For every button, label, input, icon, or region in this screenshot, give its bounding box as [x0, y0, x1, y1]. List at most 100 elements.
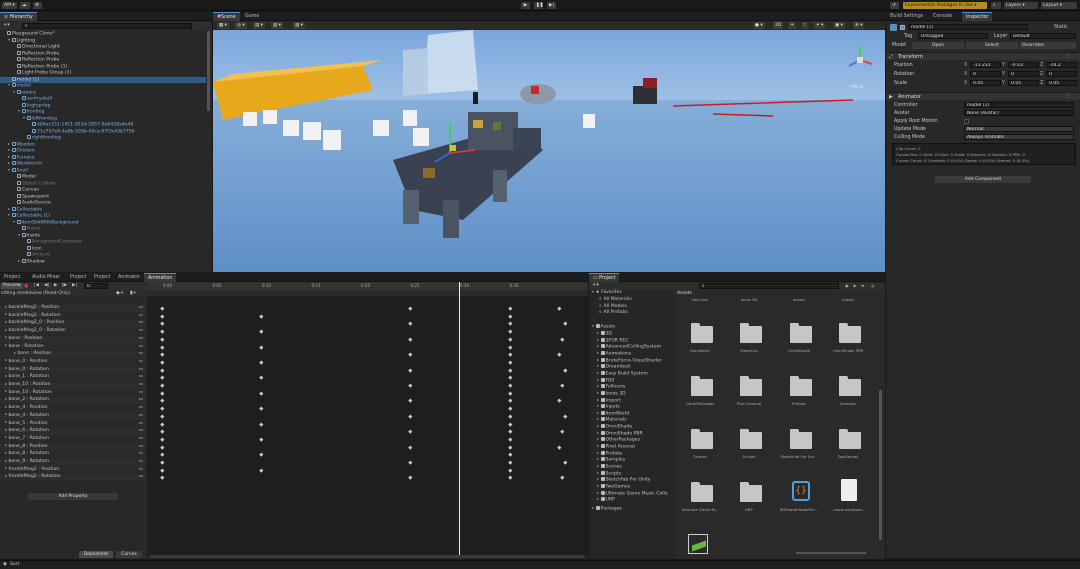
layer-dropdown[interactable]: Default: [1010, 33, 1076, 39]
asset-item[interactable]: TwoGames: [829, 428, 869, 478]
search-icon[interactable]: ⌕: [991, 2, 1001, 9]
property-row[interactable]: bone_0 : Position ▭: [0, 358, 146, 366]
keyframe-diamond[interactable]: [160, 344, 165, 349]
keyframe-diamond[interactable]: [408, 383, 413, 388]
keyframe-diamond[interactable]: [508, 375, 513, 380]
keyframe-diamond[interactable]: [508, 391, 513, 395]
asset-item[interactable]: OtherPackages: [681, 375, 721, 425]
property-row[interactable]: frontleftleg2 : Position ▭: [0, 466, 146, 474]
effects-dropdown[interactable]: ✦ ▾: [814, 22, 826, 29]
grid-snap-dropdown[interactable]: ▤ ▾: [253, 22, 265, 29]
timeline-scrollbar[interactable]: [150, 555, 584, 558]
tab-scene[interactable]: #Scene: [213, 12, 240, 21]
property-row[interactable]: backleftleg2_0 : Rotation ▭: [0, 328, 146, 335]
history-icon[interactable]: ↺: [890, 2, 899, 9]
hidden-count-icon[interactable]: ◎: [871, 283, 875, 288]
keyframe-diamond[interactable]: [160, 329, 165, 334]
keyframe-diamond[interactable]: [508, 452, 513, 457]
keyframe-diamond[interactable]: [259, 421, 264, 426]
asset-item[interactable]: {} SDShaderNodePro...: [780, 481, 820, 531]
keyframe-diamond[interactable]: [508, 321, 513, 326]
property-row[interactable]: bone_4 : Rotation ▭: [0, 412, 146, 420]
asset-item[interactable]: Ultimate Game M...: [681, 481, 721, 531]
keyframe-diamond[interactable]: [560, 337, 565, 341]
icon-size-slider[interactable]: [796, 552, 866, 554]
property-row[interactable]: backleftleg2_0 : Position ▭: [0, 320, 146, 328]
tab-project[interactable]: Project: [90, 273, 114, 282]
star-icon[interactable]: ★: [861, 283, 865, 288]
cloud-icon[interactable]: ☁: [20, 2, 30, 9]
assets-node[interactable]: Assets: [592, 324, 675, 331]
property-row[interactable]: bone : Position ▭: [0, 335, 146, 343]
property-row[interactable]: bone_10 : Position ▭: [0, 382, 146, 389]
tab-project[interactable]: Project: [66, 273, 90, 282]
keyframe-diamond[interactable]: [563, 460, 568, 465]
keyframe-diamond[interactable]: [408, 398, 413, 403]
keyframe-diamond[interactable]: [160, 429, 165, 434]
layers-dropdown[interactable]: Layers ▾: [1004, 2, 1038, 9]
keyframe-diamond[interactable]: [557, 445, 562, 449]
clip-dropdown[interactable]: sitting.modelview (Read-Only): [1, 291, 71, 296]
keyframe-diamond[interactable]: [259, 344, 264, 349]
keyframe-diamond[interactable]: [508, 460, 513, 465]
rotation-y-field[interactable]: 0: [1008, 71, 1039, 77]
scene-viewport[interactable]: [213, 30, 885, 272]
keyframe-diamond[interactable]: [259, 360, 264, 365]
static-toggle[interactable]: Static: [1054, 25, 1068, 30]
snap-settings-dropdown[interactable]: ▧ ▾: [293, 22, 305, 29]
keyframe-diamond[interactable]: [259, 437, 264, 442]
keyframe-diamond[interactable]: [160, 321, 165, 326]
packages-node[interactable]: Packages: [592, 505, 622, 513]
animator-header[interactable]: ▶ Animator ⋮: [886, 92, 1080, 100]
property-row[interactable]: bone_4 : Position ▭: [0, 405, 146, 412]
asset-item[interactable]: Materials: [730, 322, 770, 372]
playhead[interactable]: [459, 282, 460, 556]
keyframe-diamond[interactable]: [560, 475, 565, 480]
open-button[interactable]: Open: [912, 42, 964, 49]
asset-item[interactable]: Samples: [829, 375, 869, 425]
object-name-field[interactable]: model (1): [908, 24, 1028, 30]
create-icon[interactable]: +▾: [592, 282, 599, 288]
keyframe-diamond[interactable]: [563, 321, 568, 326]
culling-mode-dropdown[interactable]: Always Animate: [964, 134, 1074, 140]
transform-header[interactable]: ⤢ Transform ⋮: [886, 52, 1080, 60]
keyframe-diamond[interactable]: [160, 468, 165, 472]
curves-tab[interactable]: Curves: [116, 551, 142, 558]
filter-label-icon[interactable]: ◈: [853, 283, 856, 288]
position-x-field[interactable]: -11.231: [970, 62, 1001, 68]
keyframe-diamond[interactable]: [508, 475, 513, 480]
first-frame-icon[interactable]: |◀: [34, 283, 39, 288]
keyframe-diamond[interactable]: [160, 445, 165, 449]
asset-item[interactable]: Scripts: [730, 428, 770, 478]
play-button[interactable]: ▶: [521, 2, 530, 9]
keyframe-diamond[interactable]: [160, 398, 165, 403]
scale-z-field[interactable]: 0.05: [1046, 80, 1077, 86]
audio-toggle[interactable]: ♪: [801, 22, 808, 29]
keyframe-diamond[interactable]: [508, 314, 513, 318]
add-property-button[interactable]: Add Property: [28, 493, 118, 500]
keyframe-diamond[interactable]: [408, 429, 413, 434]
keyframe-diamond[interactable]: [508, 352, 513, 357]
keyframe-diamond[interactable]: [160, 352, 165, 357]
add-event-icon[interactable]: ▮+: [130, 290, 137, 296]
property-row[interactable]: bone_6 : Rotation ▭: [0, 428, 146, 435]
keyframe-diamond[interactable]: [508, 368, 513, 372]
persp-label[interactable]: <Persp: [849, 84, 863, 89]
favorites-node[interactable]: ★ Favorites: [592, 290, 622, 297]
tab-audio-mixer[interactable]: Audio Mixer: [28, 273, 64, 282]
shading-dropdown[interactable]: ● ▾: [753, 22, 765, 29]
property-row[interactable]: backleftleg2 : Position ▭: [0, 305, 146, 312]
orientation-gizmo-icon[interactable]: [843, 42, 877, 82]
keyframe-diamond[interactable]: [408, 445, 413, 449]
asset-item[interactable]: Scenes: [681, 428, 721, 478]
keyframe-diamond[interactable]: [563, 368, 568, 372]
property-row[interactable]: bone_10 : Rotation ▭: [0, 389, 146, 397]
lighting-toggle[interactable]: ☀: [788, 22, 797, 29]
play-anim-icon[interactable]: ▶: [54, 283, 57, 288]
step-button[interactable]: ▶|: [547, 2, 556, 9]
tab-hierarchy[interactable]: ≡ Hierarchy: [0, 12, 37, 21]
last-frame-icon[interactable]: ▶|: [72, 283, 77, 288]
next-frame-icon[interactable]: |▶: [62, 283, 67, 288]
keyframe-diamond[interactable]: [408, 337, 413, 341]
keyframe-diamond[interactable]: [259, 406, 264, 411]
